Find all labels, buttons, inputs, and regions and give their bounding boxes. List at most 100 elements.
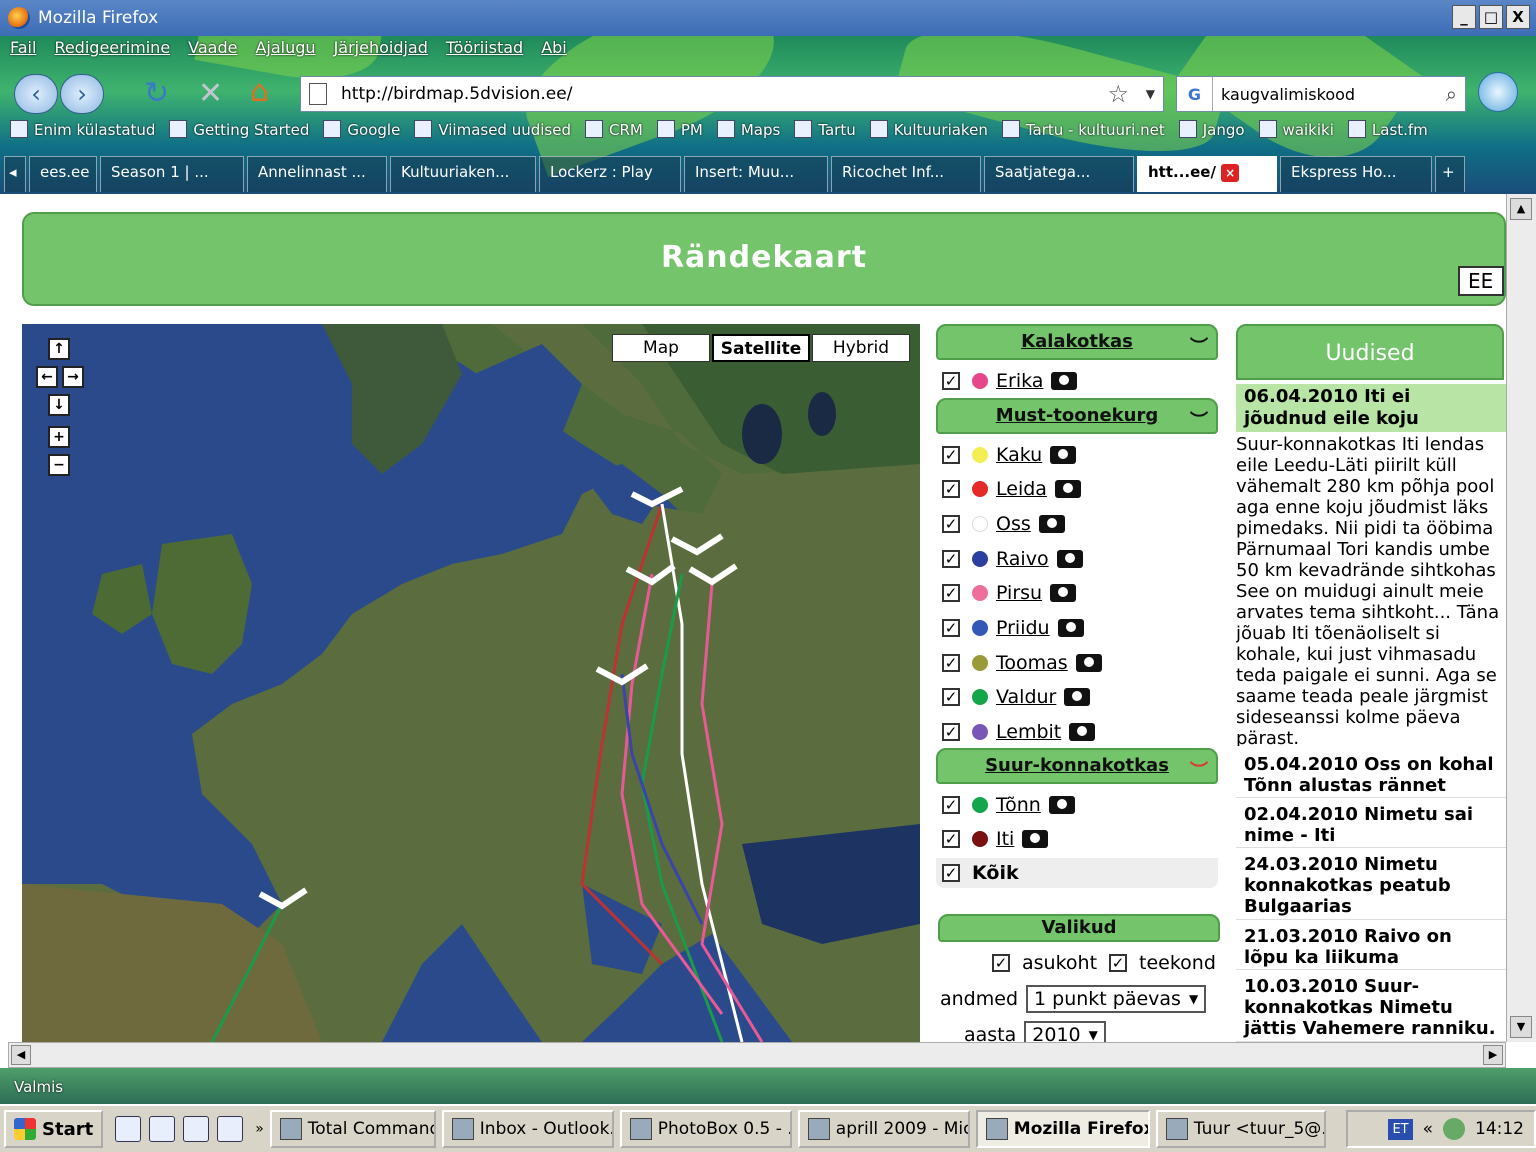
bird-name-link[interactable]: Priidu xyxy=(996,617,1050,639)
pan-down-button[interactable]: ↓ xyxy=(48,394,70,416)
taskbar-item-active[interactable]: Mozilla Firefox xyxy=(975,1110,1150,1148)
taskbar-item[interactable]: PhotoBox 0.5 - ... xyxy=(619,1110,792,1148)
bookmark-item[interactable]: Tartu xyxy=(794,120,855,139)
taskbar-item[interactable]: aprill 2009 - Mic... xyxy=(797,1110,970,1148)
skype-icon[interactable] xyxy=(1478,72,1518,112)
input-language-indicator[interactable]: ET xyxy=(1388,1118,1413,1140)
quick-launch-more-icon[interactable]: » xyxy=(255,1121,264,1137)
home-icon[interactable]: ⌂ xyxy=(250,74,269,109)
bird-name-link[interactable]: Erika xyxy=(996,370,1043,392)
forward-button[interactable]: › xyxy=(60,74,104,114)
bird-name-link[interactable]: Lembit xyxy=(996,721,1061,743)
close-window-button[interactable]: X xyxy=(1506,5,1530,29)
bookmark-item[interactable]: Getting Started xyxy=(169,120,309,139)
tab[interactable]: Season 1 | ... xyxy=(100,156,244,192)
maximize-button[interactable]: □ xyxy=(1479,5,1503,29)
tab[interactable]: Insert: Muu... xyxy=(684,156,828,192)
bird-name-link[interactable]: Iti xyxy=(996,828,1014,850)
bookmark-item[interactable]: Last.fm xyxy=(1348,120,1428,139)
vertical-scrollbar[interactable]: ▲ ▼ xyxy=(1506,194,1536,1042)
teekond-checkbox[interactable]: ✓ xyxy=(1109,954,1128,972)
camera-icon[interactable] xyxy=(1050,446,1077,464)
pan-right-button[interactable]: → xyxy=(62,366,84,388)
bookmark-item[interactable]: Viimased uudised xyxy=(414,120,571,139)
camera-icon[interactable] xyxy=(1050,584,1077,602)
tab[interactable]: Ekspress Ho... xyxy=(1280,156,1432,192)
close-tab-icon[interactable]: × xyxy=(1221,164,1240,182)
tray-expand-icon[interactable]: « xyxy=(1423,1119,1433,1139)
bookmark-item[interactable]: Tartu - kultuuri.net xyxy=(1002,120,1165,139)
bird-checkbox[interactable]: ✓ xyxy=(942,372,960,390)
taskbar-item[interactable]: Total Command... xyxy=(269,1110,436,1148)
pan-left-button[interactable]: ← xyxy=(36,366,58,388)
news-item[interactable]: 05.04.2010 Oss on kohal Tõnn alustas rän… xyxy=(1236,752,1506,798)
bird-name-link[interactable]: Pirsu xyxy=(996,582,1042,604)
news-item[interactable]: 02.04.2010 Nimetu sai nime - Iti xyxy=(1236,802,1506,848)
menu-edit[interactable]: Redigeerimine xyxy=(54,38,170,57)
camera-icon[interactable] xyxy=(1056,550,1083,568)
bird-name-link[interactable]: Toomas xyxy=(996,652,1068,674)
search-input[interactable]: kaugvalimiskood xyxy=(1221,85,1355,104)
scroll-up-icon[interactable]: ▲ xyxy=(1510,198,1532,220)
bookmark-item[interactable]: Google xyxy=(323,120,400,139)
news-headline-current[interactable]: 06.04.2010 Iti ei jõudnud eile koju xyxy=(1236,384,1506,432)
bird-checkbox[interactable]: ✓ xyxy=(942,796,960,814)
taskbar-item[interactable]: Inbox - Outlook... xyxy=(441,1110,614,1148)
outlook-icon[interactable] xyxy=(217,1116,244,1142)
section-header-kalakotkas[interactable]: Kalakotkas ︶ xyxy=(936,324,1218,360)
news-item[interactable]: 10.03.2010 Suur-konnakotkas Nimetu jätti… xyxy=(1236,974,1506,1042)
bird-checkbox[interactable]: ✓ xyxy=(942,446,960,464)
asukoht-checkbox[interactable]: ✓ xyxy=(992,954,1010,972)
tab[interactable]: Ricochet Inf... xyxy=(831,156,981,192)
horizontal-scrollbar[interactable]: ◀ ▶ xyxy=(8,1042,1506,1068)
url-dropdown-icon[interactable]: ▼ xyxy=(1146,87,1155,101)
menu-view[interactable]: Vaade xyxy=(188,38,237,57)
bird-checkbox[interactable]: ✓ xyxy=(942,723,960,741)
tab[interactable]: Annelinnast ... xyxy=(247,156,387,192)
migration-map[interactable]: ↑ ← → ↓ + − Map Satellite Hybrid xyxy=(22,324,920,1042)
camera-icon[interactable] xyxy=(1048,796,1075,814)
bird-name-link[interactable]: Leida xyxy=(996,478,1047,500)
map-type-map[interactable]: Map xyxy=(612,334,710,362)
camera-icon[interactable] xyxy=(1054,480,1081,498)
search-icon[interactable]: ⌕ xyxy=(1446,82,1457,106)
network-icon[interactable] xyxy=(1443,1118,1465,1140)
bird-checkbox[interactable]: ✓ xyxy=(942,550,960,568)
news-item[interactable]: 24.03.2010 Nimetu konnakotkas peatub Bul… xyxy=(1236,852,1506,920)
bookmark-item[interactable]: waikiki xyxy=(1259,120,1334,139)
bookmark-item[interactable]: PM xyxy=(657,120,703,139)
menu-file[interactable]: Fail xyxy=(10,38,36,57)
bird-checkbox[interactable]: ✓ xyxy=(942,480,960,498)
ie-icon[interactable] xyxy=(115,1116,142,1142)
menu-tools[interactable]: Tööriistad xyxy=(446,38,523,57)
scroll-down-icon[interactable]: ▼ xyxy=(1510,1016,1532,1038)
bird-checkbox[interactable]: ✓ xyxy=(942,515,960,533)
camera-icon[interactable] xyxy=(1057,619,1084,637)
menu-bookmarks[interactable]: Järjehoidjad xyxy=(334,38,428,57)
search-engine-icon[interactable]: G xyxy=(1177,77,1213,111)
bird-checkbox[interactable]: ✓ xyxy=(942,584,960,602)
excel-icon[interactable] xyxy=(183,1116,210,1142)
bookmark-item[interactable]: Kultuuriaken xyxy=(870,120,988,139)
select-all-checkbox[interactable]: ✓ xyxy=(942,864,960,882)
camera-icon[interactable] xyxy=(1038,515,1065,533)
tab[interactable]: Lockerz : Play xyxy=(539,156,681,192)
menu-help[interactable]: Abi xyxy=(541,38,567,57)
bookmark-item[interactable]: Maps xyxy=(717,120,780,139)
bird-name-link[interactable]: Oss xyxy=(996,513,1031,535)
bird-name-link[interactable]: Valdur xyxy=(996,686,1056,708)
zoom-out-button[interactable]: − xyxy=(48,454,70,476)
bird-checkbox[interactable]: ✓ xyxy=(942,830,960,848)
bookmark-item[interactable]: Jango xyxy=(1179,120,1245,139)
bookmark-item[interactable]: CRM xyxy=(585,120,643,139)
section-header-suur-konnakotkas[interactable]: Suur-konnakotkas ︶ xyxy=(936,748,1218,784)
search-box[interactable]: G kaugvalimiskood ⌕ xyxy=(1176,76,1466,112)
minimize-button[interactable]: _ xyxy=(1452,5,1476,29)
scroll-right-icon[interactable]: ▶ xyxy=(1483,1045,1503,1065)
tab-scroll-left-icon[interactable]: ◂ xyxy=(4,156,26,192)
camera-icon[interactable] xyxy=(1064,688,1091,706)
tab-active[interactable]: htt...ee/ × xyxy=(1137,156,1277,192)
tab[interactable]: Kultuuriaken... xyxy=(390,156,536,192)
language-select[interactable]: EE xyxy=(1458,266,1504,296)
new-tab-icon[interactable]: + xyxy=(1435,156,1465,192)
